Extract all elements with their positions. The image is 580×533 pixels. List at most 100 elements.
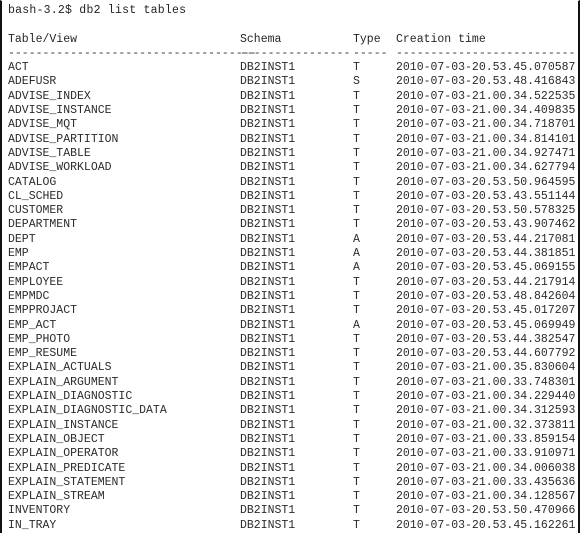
cell-type: T [353, 189, 360, 203]
cell-table-view: EXPLAIN_OBJECT [8, 432, 105, 446]
cell-creation-time: 2010-07-03-21.00.34.627794 [396, 161, 576, 175]
cell-schema: DB2INST1 [240, 175, 296, 189]
cell-type: T [353, 275, 360, 289]
shell-prompt-line: bash-3.2$ db2 list tables [8, 4, 187, 17]
cell-table-view: EXPLAIN_DIAGNOSTIC [8, 390, 133, 404]
cell-schema: DB2INST1 [240, 189, 296, 203]
table-row: ADVISE_TABLE DB2INST1 T 2010-07-03-21.00.34… [8, 147, 578, 161]
cell-creation-time: 2010-07-03-20.53.50.470966 [396, 504, 576, 518]
cell-table-view: ADVISE_PARTITION [8, 132, 119, 146]
cell-creation-time: 2010-07-03-20.53.45.070587 [396, 61, 576, 75]
cell-table-view: EMPACT [8, 261, 50, 275]
cell-creation-time: 2010-07-03-20.53.44.607792 [396, 347, 576, 361]
cell-type: T [353, 461, 360, 475]
cell-table-view: ACT [8, 61, 29, 75]
cell-schema: DB2INST1 [240, 146, 296, 160]
cell-type: T [353, 432, 360, 446]
cell-creation-time: 2010-07-03-21.00.34.522535 [396, 89, 576, 103]
cell-schema: DB2INST1 [240, 204, 296, 218]
cell-type: T [353, 161, 360, 175]
cell-type: T [353, 475, 360, 489]
cell-type: T [353, 447, 360, 461]
cell-type: T [353, 504, 360, 518]
column-header-type: Type [353, 32, 381, 46]
cell-type: T [353, 361, 360, 375]
table-row: CATALOG DB2INST1 T 2010-07-03-20.53.50.9645… [8, 176, 578, 190]
cell-type: T [353, 175, 360, 189]
cell-table-view: EMP_PHOTO [8, 332, 71, 346]
column-header-table-view: Table/View [8, 32, 78, 46]
cell-schema: DB2INST1 [240, 475, 296, 489]
cell-table-view: EXPLAIN_OPERATOR [8, 447, 119, 461]
cell-type: T [353, 289, 360, 303]
cell-table-view: EMPMDC [8, 289, 50, 303]
table-row: EXPLAIN_PREDICATE DB2INST1 T 2010-07-03-21.… [8, 462, 578, 476]
cell-schema: DB2INST1 [240, 161, 296, 175]
table-row: ADVISE_MQT DB2INST1 T 2010-07-03-21.00.34.7… [8, 118, 578, 132]
cell-schema: DB2INST1 [240, 218, 296, 232]
cell-creation-time: 2010-07-03-20.53.44.381851 [396, 247, 576, 261]
cell-schema: DB2INST1 [240, 404, 296, 418]
table-row: ADVISE_INSTANCE DB2INST1 T 2010-07-03-21.00… [8, 104, 578, 118]
cell-table-view: DEPT [8, 232, 36, 246]
cell-type: T [353, 104, 360, 118]
table-row: EMP_PHOTO DB2INST1 T 2010-07-03-20.53.44.38… [8, 333, 578, 347]
table-row: EXPLAIN_DIAGNOSTIC DB2INST1 T 2010-07-03-21… [8, 390, 578, 404]
cell-creation-time: 2010-07-03-20.53.43.551144 [396, 189, 576, 203]
cell-creation-time: 2010-07-03-21.00.33.910971 [396, 447, 576, 461]
cell-creation-time: 2010-07-03-21.00.33.859154 [396, 432, 576, 446]
table-row: EMP_RESUME DB2INST1 T 2010-07-03-20.53.44.6… [8, 347, 578, 361]
cell-table-view: EMP_RESUME [8, 347, 78, 361]
cell-type: A [353, 232, 360, 246]
cell-table-view: EXPLAIN_DIAGNOSTIC_DATA [8, 404, 167, 418]
cell-table-view: EXPLAIN_INSTANCE [8, 418, 119, 432]
cell-creation-time: 2010-07-03-20.53.45.069949 [396, 318, 576, 332]
cell-schema: DB2INST1 [240, 232, 296, 246]
cell-creation-time: 2010-07-03-20.53.48.416843 [396, 75, 576, 89]
cell-type: T [353, 332, 360, 346]
cell-type: A [353, 318, 360, 332]
cell-table-view: EMPPROJACT [8, 304, 78, 318]
terminal-window[interactable]: bash-3.2$ db2 list tables Table/View Sch… [0, 0, 580, 533]
cell-table-view: ADVISE_INSTANCE [8, 104, 112, 118]
table-row: EMPPROJACT DB2INST1 T 2010-07-03-20.53.45.0… [8, 304, 578, 318]
cell-creation-time: 2010-07-03-20.53.44.217081 [396, 232, 576, 246]
cell-schema: DB2INST1 [240, 104, 296, 118]
cell-type: T [353, 375, 360, 389]
cell-table-view: ADVISE_WORKLOAD [8, 161, 112, 175]
table-body: ACT DB2INST1 T 2010-07-03-20.53.45.070587 AD… [8, 61, 578, 533]
cell-creation-time: 2010-07-03-20.53.44.217914 [396, 275, 576, 289]
cell-type: T [353, 490, 360, 504]
cell-type: T [353, 118, 360, 132]
cell-creation-time: 2010-07-03-21.00.34.006038 [396, 461, 576, 475]
cell-creation-time: 2010-07-03-20.53.50.578325 [396, 204, 576, 218]
cell-creation-time: 2010-07-03-20.53.50.964595 [396, 175, 576, 189]
cell-table-view: CATALOG [8, 175, 57, 189]
cell-creation-time: 2010-07-03-20.53.45.069155 [396, 261, 576, 275]
table-row: DEPT DB2INST1 A 2010-07-03-20.53.44.217081 [8, 233, 578, 247]
cell-table-view: EMPLOYEE [8, 275, 64, 289]
cell-creation-time: 2010-07-03-21.00.34.312593 [396, 404, 576, 418]
table-row: EMPLOYEE DB2INST1 T 2010-07-03-20.53.44.217… [8, 276, 578, 290]
column-header-creation-time: Creation time [396, 32, 486, 46]
cell-schema: DB2INST1 [240, 289, 296, 303]
cell-table-view: DEPARTMENT [8, 218, 78, 232]
cell-schema: DB2INST1 [240, 318, 296, 332]
cell-creation-time: 2010-07-03-21.00.34.927471 [396, 146, 576, 160]
table-row: EMPACT DB2INST1 A 2010-07-03-20.53.45.06915… [8, 261, 578, 275]
cell-schema: DB2INST1 [240, 375, 296, 389]
table-row: EXPLAIN_DIAGNOSTIC_DATA DB2INST1 T 2010-07-… [8, 404, 578, 418]
cell-schema: DB2INST1 [240, 361, 296, 375]
cell-type: T [353, 390, 360, 404]
table-row: ACT DB2INST1 T 2010-07-03-20.53.45.070587 [8, 61, 578, 75]
cell-creation-time: 2010-07-03-21.00.32.373811 [396, 418, 576, 432]
cell-type: T [353, 404, 360, 418]
cell-table-view: CUSTOMER [8, 204, 64, 218]
table-row: EXPLAIN_STREAM DB2INST1 T 2010-07-03-21.00.… [8, 490, 578, 504]
table-row: EXPLAIN_OPERATOR DB2INST1 T 2010-07-03-21.0… [8, 447, 578, 461]
cell-table-view: EMP_ACT [8, 318, 57, 332]
cell-type: T [353, 146, 360, 160]
cell-table-view: EXPLAIN_STATEMENT [8, 475, 126, 489]
table-row: EXPLAIN_OBJECT DB2INST1 T 2010-07-03-21.00.… [8, 433, 578, 447]
